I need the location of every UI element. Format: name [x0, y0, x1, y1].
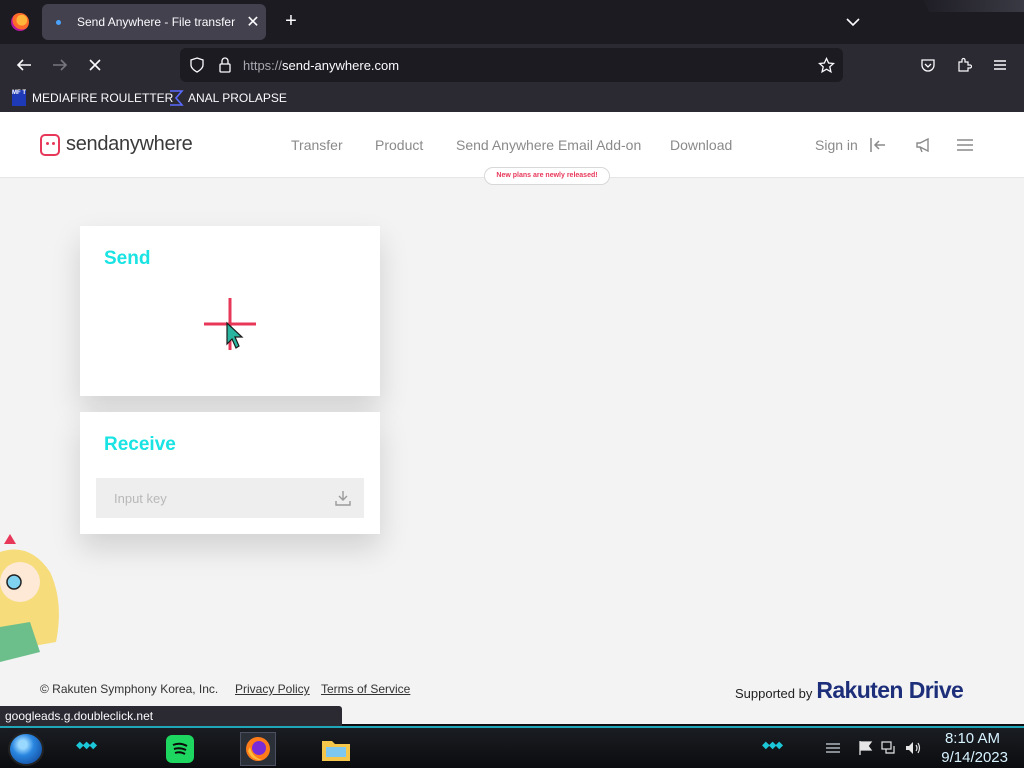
file-explorer-icon[interactable] [318, 732, 354, 766]
hamburger-menu-icon[interactable] [955, 136, 975, 154]
taskbar: ◆◆◆ ◆◆◆ 8:10 AM 9/14/2023 [0, 726, 1024, 768]
brand-logo[interactable]: sendanywhere [40, 133, 193, 156]
site-header: sendanywhere Transfer Product Send Anywh… [0, 112, 1024, 185]
tab-send-anywhere[interactable]: Send Anywhere - File transfer ✕ [42, 4, 266, 40]
add-file-icon[interactable] [204, 298, 256, 350]
terms-of-service-link[interactable]: Terms of Service [321, 682, 410, 696]
nav-product[interactable]: Product [375, 137, 423, 153]
sign-in-icon[interactable] [868, 136, 888, 154]
puzzle-icon [958, 57, 972, 72]
download-icon[interactable] [334, 489, 352, 507]
browser-tabstrip: Send Anywhere - File transfer ✕ + [0, 0, 1024, 44]
hamburger-icon [994, 60, 1006, 70]
sponsor-block[interactable]: Supported by Rakuten Drive [735, 677, 964, 704]
promo-badge[interactable]: New plans are newly released! [484, 167, 610, 185]
clock-date[interactable]: 9/14/2023 [941, 749, 1008, 766]
megaphone-icon[interactable] [914, 136, 934, 154]
status-bar-url: googleads.g.doubleclick.net [0, 706, 342, 726]
browser-navbar: https://send-anywhere.com [0, 44, 1024, 86]
pocket-button[interactable] [916, 53, 940, 77]
send-title: Send [104, 248, 151, 269]
menu-button[interactable] [988, 53, 1012, 77]
stop-button[interactable] [83, 53, 107, 77]
tab-loading-indicator [56, 19, 61, 25]
nav-download[interactable]: Download [670, 137, 732, 153]
bookmark-mediafire[interactable]: MF T MEDIAFIRE ROULETTER [12, 90, 173, 106]
sign-in-link[interactable]: Sign in [815, 137, 858, 153]
spotify-icon[interactable] [162, 732, 198, 766]
stop-icon [89, 59, 101, 71]
web-page: sendanywhere Transfer Product Send Anywh… [0, 112, 1024, 724]
new-tab-button[interactable]: + [280, 10, 302, 32]
rakuten-wordmark: Rakuten [816, 677, 903, 703]
bookmark-second[interactable]: ANAL PROLAPSE [168, 90, 287, 106]
forward-button[interactable] [48, 53, 72, 77]
forward-arrow-icon [53, 59, 68, 71]
rakuten-drive-logo: Rakuten Drive [816, 677, 963, 704]
firefox-icon[interactable] [240, 732, 276, 766]
lock-icon[interactable] [217, 56, 233, 74]
nav-transfer[interactable]: Transfer [291, 137, 343, 153]
receive-title: Receive [104, 434, 176, 455]
pocket-icon [921, 59, 935, 72]
nav-email-addon[interactable]: Send Anywhere Email Add-on [456, 137, 641, 153]
send-anywhere-logo-icon [40, 133, 60, 156]
taskbar-decoration: ◆◆◆ [762, 740, 783, 751]
sigma-icon [170, 90, 184, 106]
chevron-down-icon[interactable] [842, 12, 864, 32]
action-center-flag-icon[interactable] [857, 740, 875, 756]
drive-wordmark: Drive [908, 677, 964, 703]
network-icon[interactable] [880, 740, 898, 756]
taskbar-decoration: ◆◆◆ [76, 740, 97, 751]
send-card[interactable]: Send [80, 226, 380, 396]
show-desktop-icon[interactable] [824, 740, 842, 756]
bookmark-label: MEDIAFIRE ROULETTER [32, 91, 174, 105]
privacy-policy-link[interactable]: Privacy Policy [235, 682, 310, 696]
url-bar[interactable]: https://send-anywhere.com [180, 48, 843, 82]
url-protocol: https:// [243, 58, 283, 73]
shield-icon[interactable] [189, 57, 205, 73]
copyright-text: © Rakuten Symphony Korea, Inc. [40, 682, 219, 696]
close-icon[interactable]: ✕ [240, 12, 266, 32]
extensions-button[interactable] [952, 53, 976, 77]
start-button[interactable] [8, 732, 44, 766]
bookmark-label: ANAL PROLAPSE [188, 91, 287, 105]
clock-time[interactable]: 8:10 AM [945, 730, 1000, 747]
bookmark-star-icon[interactable] [818, 57, 835, 74]
back-button[interactable] [12, 53, 36, 77]
mediafire-icon: MF T [12, 90, 26, 106]
window-decoration [922, 0, 1024, 12]
supported-by-label: Supported by [735, 686, 813, 701]
url-text[interactable]: https://send-anywhere.com [243, 58, 399, 73]
brand-name: sendanywhere [66, 133, 193, 155]
tab-title: Send Anywhere - File transfer [77, 15, 236, 29]
receive-card: Receive [80, 412, 380, 534]
bookmarks-bar: MF T MEDIAFIRE ROULETTER ANAL PROLAPSE [0, 86, 1024, 112]
firefox-icon[interactable] [11, 13, 29, 31]
back-arrow-icon [16, 59, 31, 71]
volume-icon[interactable] [904, 740, 922, 756]
desktop-mascot-image [0, 534, 59, 662]
url-host: send-anywhere.com [282, 58, 400, 73]
input-key-field[interactable] [96, 478, 364, 518]
